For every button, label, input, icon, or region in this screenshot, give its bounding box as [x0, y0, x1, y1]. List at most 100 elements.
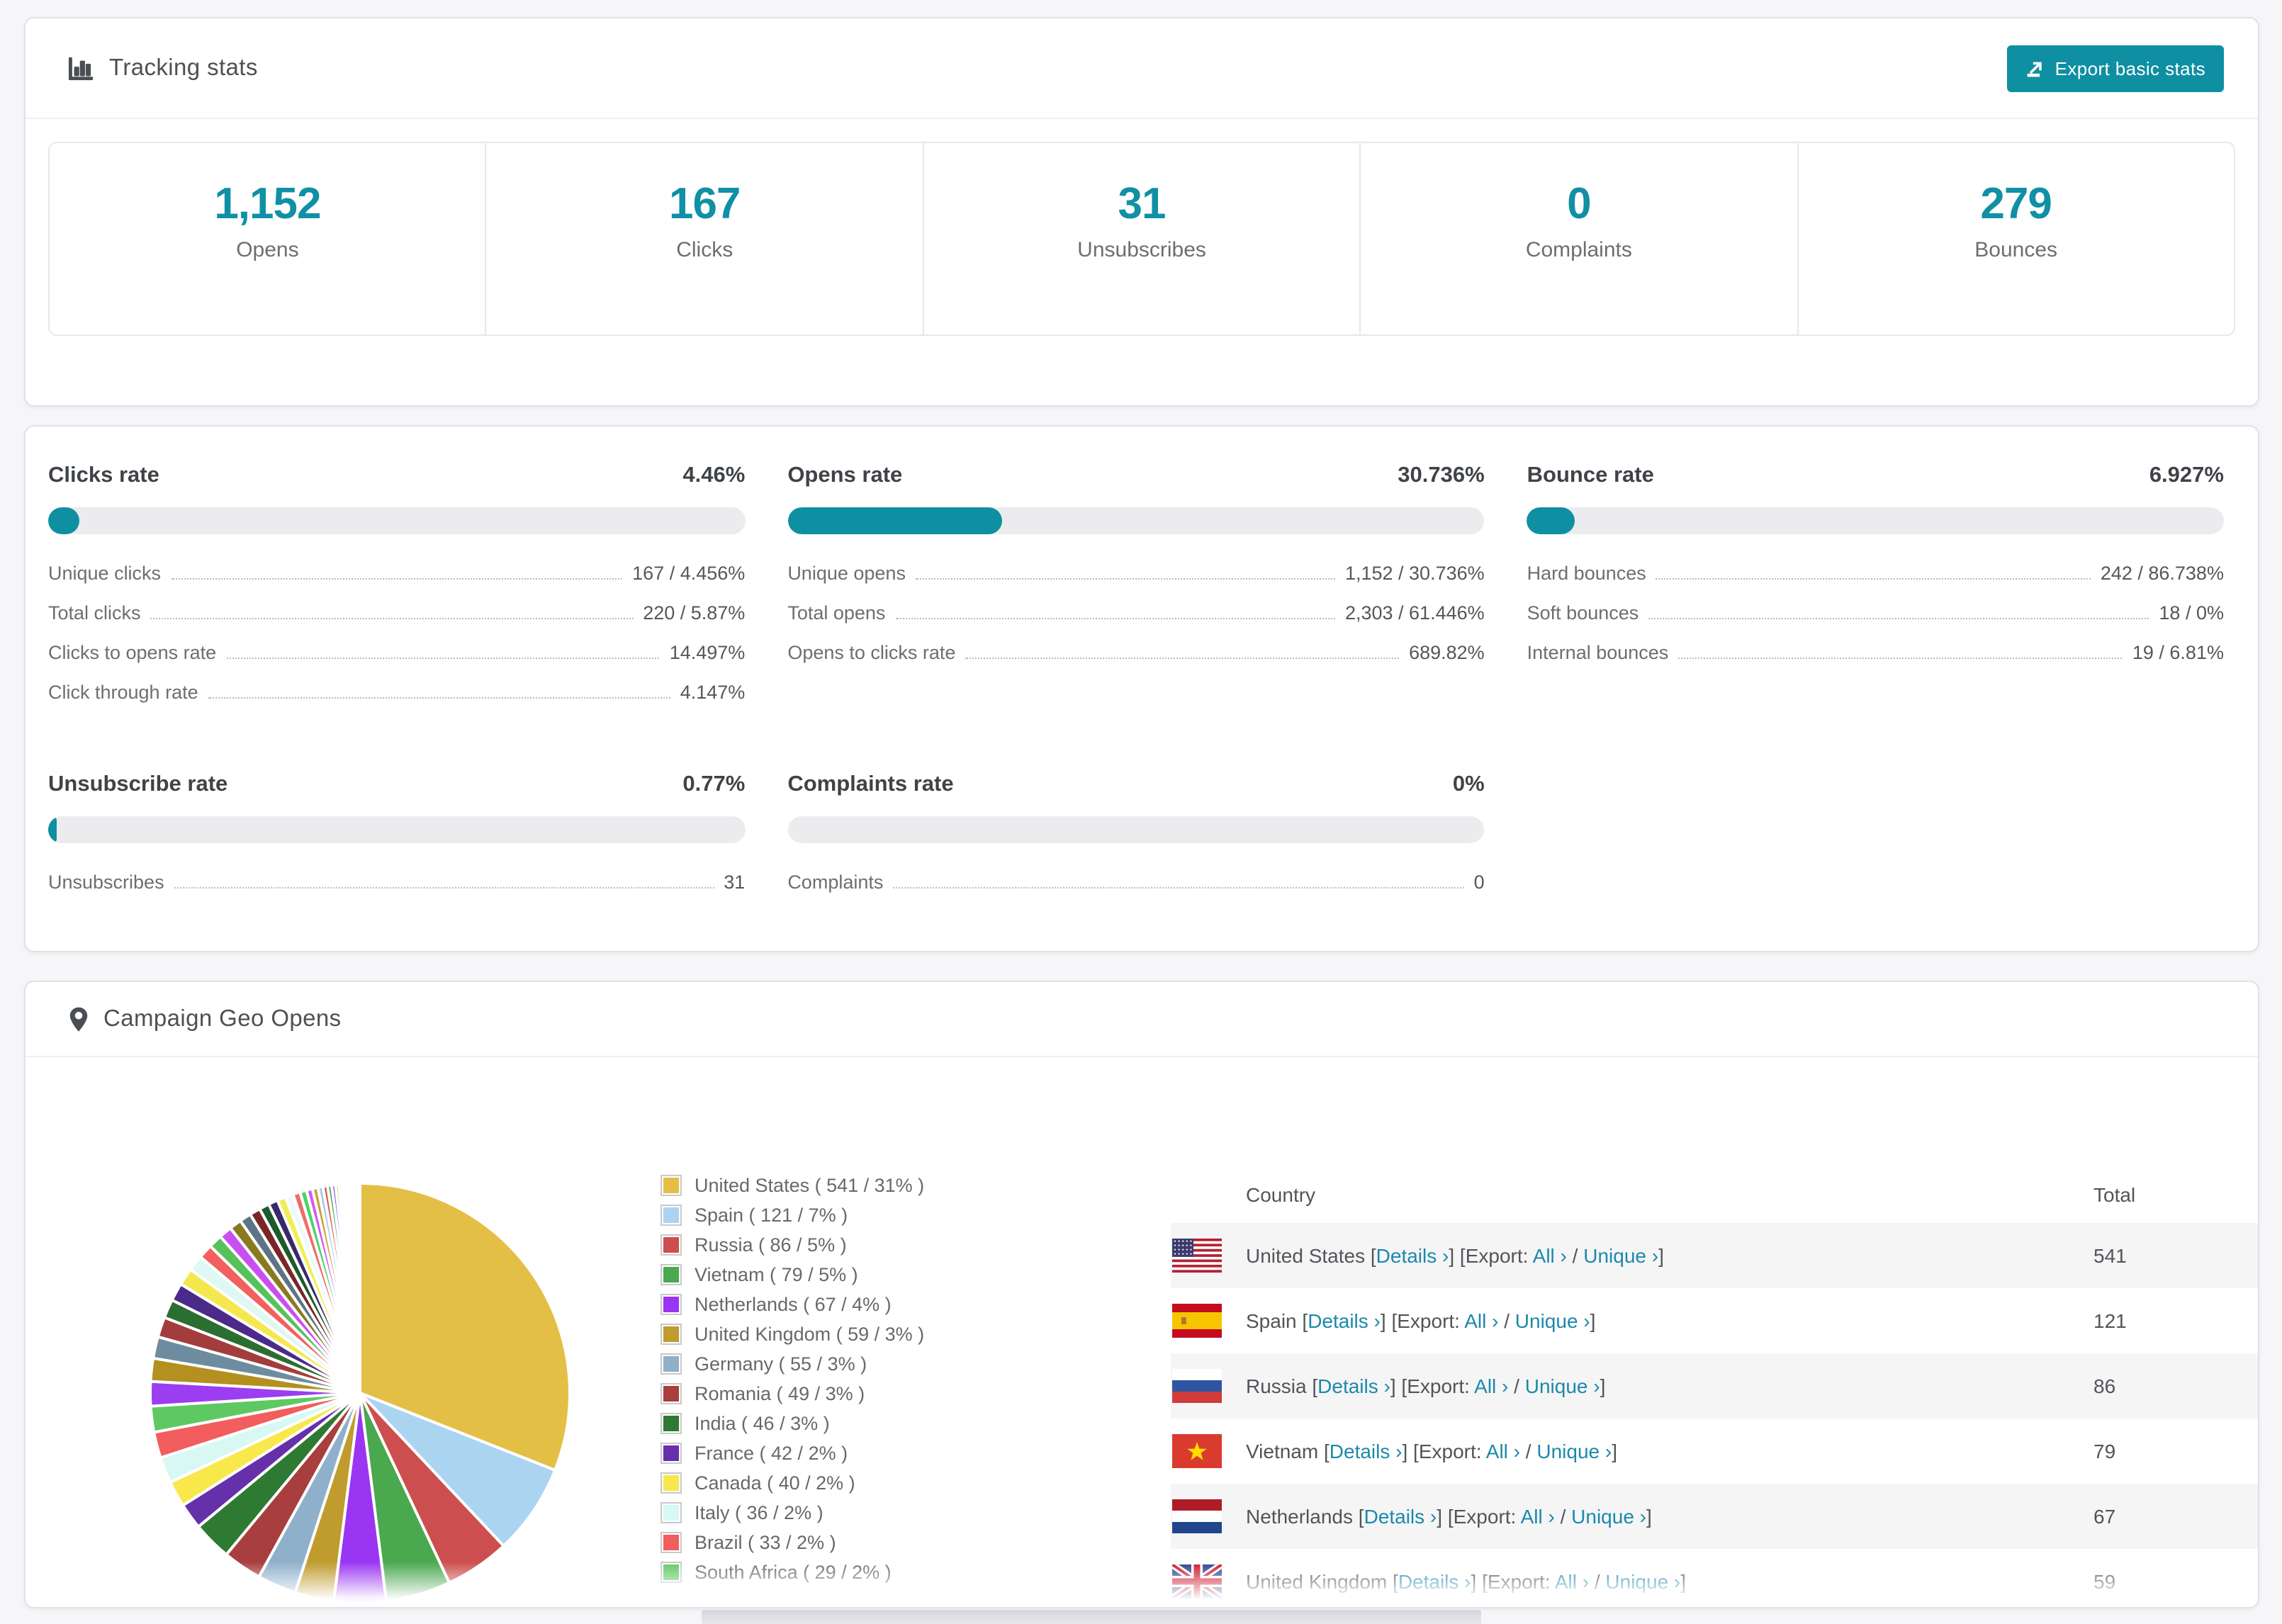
total-cell: 59	[2093, 1570, 2116, 1593]
bar-chart-icon	[68, 55, 95, 81]
details-link-es[interactable]: Details ›	[1308, 1309, 1381, 1332]
legend-swatch	[661, 1413, 682, 1434]
legend-item-spain[interactable]: Spain ( 121 / 7% )	[661, 1200, 1128, 1230]
dotted-leader	[208, 697, 670, 699]
legend-item-france[interactable]: France ( 42 / 2% )	[661, 1438, 1128, 1468]
export-unique-link-us[interactable]: Unique ›	[1583, 1244, 1658, 1267]
bottom-scroll-band[interactable]	[702, 1610, 1481, 1624]
dotted-leader	[965, 658, 1400, 659]
progress-bar-fill	[1527, 507, 1575, 534]
legend-item-russia[interactable]: Russia ( 86 / 5% )	[661, 1230, 1128, 1260]
details-link-vn[interactable]: Details ›	[1330, 1440, 1403, 1462]
export-all-link-gb[interactable]: All ›	[1555, 1570, 1589, 1593]
export-basic-stats-button[interactable]: Export basic stats	[2006, 45, 2224, 91]
legend-item-vietnam[interactable]: Vietnam ( 79 / 5% )	[661, 1260, 1128, 1290]
flag-icon-vn	[1172, 1434, 1222, 1468]
legend-item-brazil[interactable]: Brazil ( 33 / 2% )	[661, 1528, 1128, 1557]
legend-item-netherlands[interactable]: Netherlands ( 67 / 4% )	[661, 1290, 1128, 1319]
metric-row: Soft bounces 18 / 0%	[1527, 602, 2224, 625]
geo-pie	[149, 1181, 572, 1604]
divider	[26, 118, 2258, 119]
details-link-ru[interactable]: Details ›	[1317, 1375, 1390, 1397]
legend-item-romania[interactable]: Romania ( 49 / 3% )	[661, 1379, 1128, 1409]
legend-label: Netherlands ( 67 / 4% )	[695, 1294, 892, 1315]
legend-swatch-color	[663, 1326, 679, 1342]
tracking-stats-header: Tracking stats Export basic stats	[26, 18, 2258, 118]
legend-item-italy[interactable]: Italy ( 36 / 2% )	[661, 1498, 1128, 1528]
metric-row: Hard bounces 242 / 86.738%	[1527, 563, 2224, 585]
table-row-nl: Netherlands [Details ›] [Export: All › /…	[1171, 1484, 2258, 1549]
flag-icon-nl	[1172, 1499, 1222, 1533]
metric-label: Complaints	[787, 872, 884, 893]
rate-block-bounce-rate: Bounce rate 6.927% Hard bounces 242 / 86.73…	[1527, 463, 2224, 721]
flag-icon-us	[1172, 1239, 1222, 1273]
legend-item-india[interactable]: India ( 46 / 3% )	[661, 1409, 1128, 1438]
details-link-us[interactable]: Details ›	[1376, 1244, 1449, 1267]
legend-swatch	[661, 1562, 682, 1583]
legend-item-united-states[interactable]: United States ( 541 / 31% )	[661, 1171, 1128, 1200]
legend-item-united-kingdom[interactable]: United Kingdom ( 59 / 3% )	[661, 1319, 1128, 1349]
export-all-link-us[interactable]: All ›	[1533, 1244, 1567, 1267]
total-cell: 86	[2093, 1375, 2116, 1397]
dotted-leader	[895, 618, 1335, 619]
total-cell: 541	[2093, 1244, 2127, 1267]
stat-label: Opens	[236, 238, 299, 263]
stat-value: 167	[668, 179, 741, 228]
flag-icon-es	[1172, 1304, 1222, 1338]
metric-row: Unique opens 1,152 / 30.736%	[787, 563, 1484, 585]
export-unique-link-vn[interactable]: Unique ›	[1536, 1440, 1612, 1462]
legend-label: Brazil ( 33 / 2% )	[695, 1532, 836, 1553]
progress-bar	[787, 507, 1485, 534]
stat-cell-clicks: 167 Clicks	[487, 143, 924, 334]
metric-value: 167 / 4.456%	[632, 563, 746, 584]
metric-value: 689.82%	[1409, 642, 1485, 663]
tracking-stats-card: Tracking stats Export basic stats 1,152 …	[24, 17, 2259, 407]
legend-item-germany[interactable]: Germany ( 55 / 3% )	[661, 1349, 1128, 1379]
total-cell: 79	[2093, 1440, 2116, 1462]
details-link-gb[interactable]: Details ›	[1398, 1570, 1471, 1593]
legend-swatch-color	[663, 1416, 679, 1431]
metric-label: Unsubscribes	[48, 872, 164, 893]
legend-item-south-africa[interactable]: South Africa ( 29 / 2% )	[661, 1557, 1128, 1587]
legend-swatch-color	[663, 1237, 679, 1253]
metric-label: Total clicks	[48, 602, 141, 624]
progress-bar	[1527, 507, 2224, 534]
rate-block-rows: Unique opens 1,152 / 30.736% Total opens 2,…	[787, 563, 1484, 665]
legend-label: Canada ( 40 / 2% )	[695, 1472, 855, 1494]
flag-icon-gb	[1172, 1564, 1222, 1598]
dotted-leader	[174, 887, 714, 889]
export-unique-link-ru[interactable]: Unique ›	[1525, 1375, 1600, 1397]
export-unique-link-gb[interactable]: Unique ›	[1605, 1570, 1680, 1593]
rate-block-unsubscribe-rate: Unsubscribe rate 0.77% Unsubscribes 31	[48, 772, 746, 911]
table-row-vn: Vietnam [Details ›] [Export: All › / Uni…	[1171, 1419, 2258, 1484]
total-cell: 67	[2093, 1505, 2116, 1528]
legend-swatch-color	[663, 1386, 679, 1402]
export-all-link-ru[interactable]: All ›	[1474, 1375, 1508, 1397]
legend-swatch	[661, 1472, 682, 1494]
dashboard-viewport: Tracking stats Export basic stats 1,152 …	[0, 0, 2282, 1624]
metric-label: Internal bounces	[1527, 642, 1669, 663]
legend-label: Germany ( 55 / 3% )	[695, 1353, 867, 1375]
export-all-link-nl[interactable]: All ›	[1521, 1505, 1555, 1528]
export-unique-link-es[interactable]: Unique ›	[1515, 1309, 1590, 1332]
metric-row: Click through rate 4.147%	[48, 682, 745, 704]
export-all-link-vn[interactable]: All ›	[1486, 1440, 1520, 1462]
legend-item-canada[interactable]: Canada ( 40 / 2% )	[661, 1468, 1128, 1498]
export-all-link-es[interactable]: All ›	[1464, 1309, 1498, 1332]
rate-block-rows: Unique clicks 167 / 4.456% Total clicks 220…	[48, 563, 745, 704]
rate-block-rows: Hard bounces 242 / 86.738% Soft bounces 18 …	[1527, 563, 2224, 665]
geo-table: Country Total United States [Details ›] …	[1171, 1166, 2258, 1607]
stat-label: Unsubscribes	[1077, 238, 1206, 263]
legend-label: United Kingdom ( 59 / 3% )	[695, 1324, 925, 1345]
geo-header: Campaign Geo Opens	[26, 982, 2258, 1056]
details-link-nl[interactable]: Details ›	[1364, 1505, 1437, 1528]
export-unique-link-nl[interactable]: Unique ›	[1571, 1505, 1646, 1528]
rate-block-rows: Complaints 0	[787, 872, 1484, 894]
country-cell: Netherlands [Details ›] [Export: All › /…	[1246, 1505, 1652, 1528]
geo-pie-chart	[147, 1180, 573, 1606]
rate-block-value: 6.927%	[2149, 463, 2224, 487]
legend-label: United States ( 541 / 31% )	[695, 1175, 925, 1196]
stats-box: 1,152 Opens 167 Clicks 31 Unsubscribes 0 Compla…	[48, 142, 2235, 336]
page: Tracking stats Export basic stats 1,152 …	[0, 0, 2282, 1608]
table-row-us: United States [Details ›] [Export: All ›…	[1171, 1223, 2258, 1288]
